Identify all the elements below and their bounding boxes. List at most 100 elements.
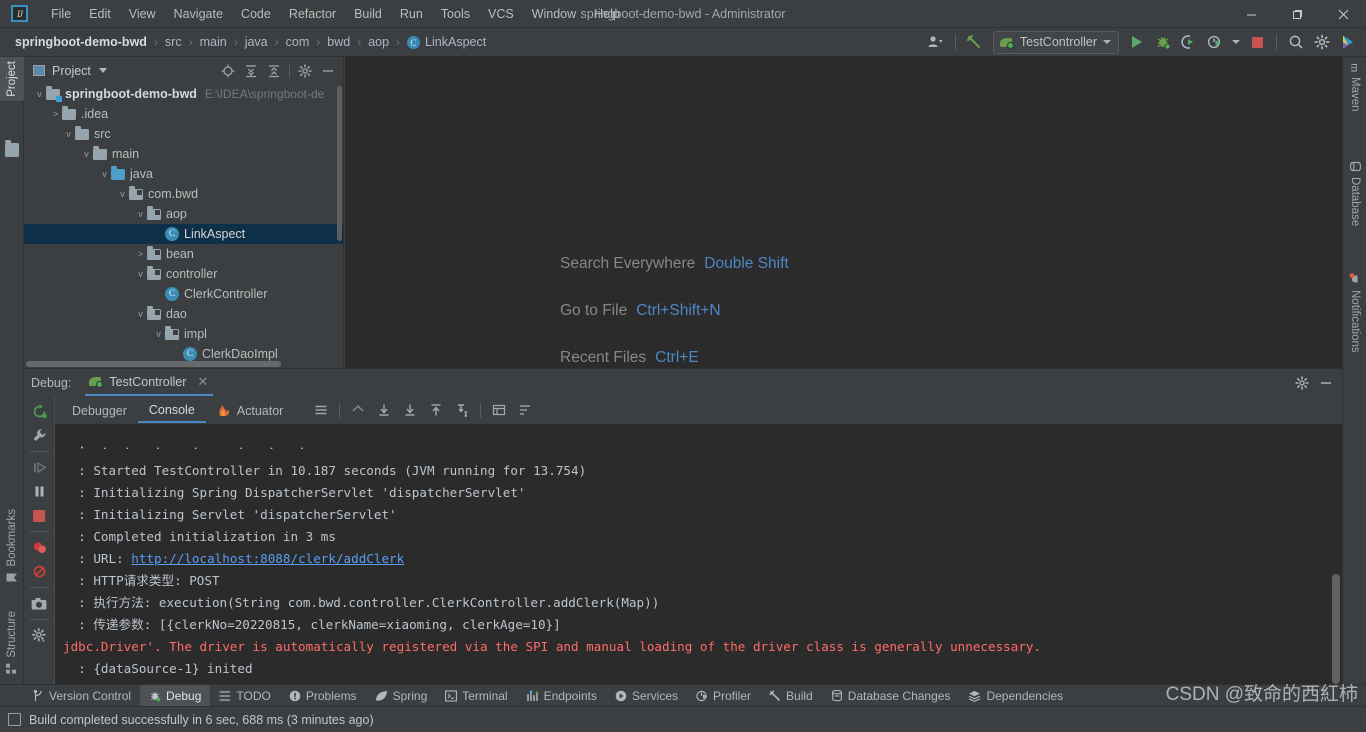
sidebar-item-bookmarks[interactable]: Bookmarks bbox=[0, 505, 24, 588]
bottom-item-services[interactable]: Services bbox=[606, 685, 687, 707]
twisty-icon[interactable]: v bbox=[134, 209, 147, 219]
tree-row-com-bwd[interactable]: v com.bwd bbox=[24, 184, 343, 204]
menu-vcs[interactable]: VCS bbox=[479, 3, 523, 25]
editor-area[interactable]: Search Everywhere Double Shift Go to Fil… bbox=[345, 57, 1342, 368]
maximize-button[interactable] bbox=[1274, 0, 1320, 28]
resume-program-icon[interactable] bbox=[27, 456, 51, 479]
sidebar-item-maven[interactable]: m Maven bbox=[1343, 59, 1366, 116]
gear-icon[interactable] bbox=[1291, 372, 1313, 394]
expand-all-icon[interactable] bbox=[240, 60, 262, 82]
hide-panel-icon[interactable] bbox=[1315, 372, 1337, 394]
twisty-icon[interactable]: v bbox=[134, 309, 147, 319]
tree-row-controller[interactable]: v controller bbox=[24, 264, 343, 284]
console-url-link[interactable]: http://localhost:8088/clerk/addClerk bbox=[131, 551, 404, 566]
table-view-icon[interactable] bbox=[488, 399, 510, 421]
breadcrumb-aop[interactable]: aop bbox=[364, 33, 393, 51]
tree-row-springboot-demo-bwd[interactable]: v springboot-demo-bwd E:\IDEA\springboot… bbox=[24, 84, 343, 104]
print-cursor-icon[interactable] bbox=[451, 399, 473, 421]
wrench-icon[interactable] bbox=[27, 424, 51, 447]
bottom-item-debug[interactable]: Debug bbox=[140, 684, 211, 707]
twisty-icon[interactable]: v bbox=[80, 149, 93, 159]
bottom-item-terminal[interactable]: Terminal bbox=[436, 685, 516, 707]
rerun-icon[interactable] bbox=[27, 400, 51, 423]
menu-code[interactable]: Code bbox=[232, 3, 280, 25]
twisty-icon[interactable]: > bbox=[49, 109, 62, 119]
hide-panel-icon[interactable] bbox=[317, 60, 339, 82]
tree-row-clerkcontroller[interactable]: C ClerkController bbox=[24, 284, 343, 304]
bottom-item-build[interactable]: Build bbox=[760, 685, 822, 707]
twisty-icon[interactable]: v bbox=[134, 269, 147, 279]
scroll-to-bottom-icon[interactable] bbox=[399, 399, 421, 421]
breadcrumb-com[interactable]: com bbox=[282, 33, 314, 51]
camera-icon[interactable] bbox=[27, 592, 51, 615]
twisty-icon[interactable]: v bbox=[33, 89, 46, 99]
menu-tools[interactable]: Tools bbox=[432, 3, 479, 25]
tree-row-impl[interactable]: v impl bbox=[24, 324, 343, 344]
menu-run[interactable]: Run bbox=[391, 3, 432, 25]
profile-dropdown-icon[interactable] bbox=[1229, 30, 1243, 54]
twisty-icon[interactable]: v bbox=[152, 329, 165, 339]
bottom-item-dependencies[interactable]: Dependencies bbox=[959, 685, 1072, 707]
filter-icon[interactable] bbox=[514, 399, 536, 421]
tree-row-aop[interactable]: v aop bbox=[24, 204, 343, 224]
settings-icon[interactable] bbox=[27, 624, 51, 647]
layout-settings-icon[interactable] bbox=[310, 399, 332, 421]
view-breakpoints-icon[interactable] bbox=[27, 536, 51, 559]
debug-session-tab[interactable]: TestController ✕ bbox=[85, 370, 214, 396]
gear-icon[interactable] bbox=[294, 60, 316, 82]
bottom-item-spring[interactable]: Spring bbox=[366, 685, 437, 707]
breadcrumb-root[interactable]: springboot-demo-bwd bbox=[11, 33, 151, 51]
bottom-item-database-changes[interactable]: Database Changes bbox=[822, 685, 960, 707]
project-tree[interactable]: v springboot-demo-bwd E:\IDEA\springboot… bbox=[24, 84, 343, 368]
close-icon[interactable]: ✕ bbox=[197, 374, 208, 390]
sidebar-item-notifications[interactable]: Notifications bbox=[1343, 269, 1366, 357]
menu-file[interactable]: File bbox=[42, 3, 80, 25]
soft-wrap-icon[interactable] bbox=[347, 399, 369, 421]
tree-row-bean[interactable]: > bean bbox=[24, 244, 343, 264]
locate-icon[interactable] bbox=[217, 60, 239, 82]
menu-refactor[interactable]: Refactor bbox=[280, 3, 345, 25]
pause-icon[interactable] bbox=[27, 480, 51, 503]
tab-console[interactable]: Console bbox=[137, 397, 206, 423]
user-icon[interactable] bbox=[924, 30, 948, 54]
sidebar-item-database[interactable]: Database bbox=[1343, 157, 1366, 230]
run-configuration-selector[interactable]: TestController bbox=[992, 30, 1119, 54]
ide-feedback-icon[interactable] bbox=[1336, 30, 1360, 54]
twisty-icon[interactable]: v bbox=[116, 189, 129, 199]
sidebar-item-structure[interactable]: Structure bbox=[0, 607, 24, 678]
menu-navigate[interactable]: Navigate bbox=[165, 3, 232, 25]
menu-help[interactable]: Help bbox=[585, 3, 629, 25]
breadcrumb-bwd[interactable]: bwd bbox=[323, 33, 354, 51]
run-with-coverage-button[interactable] bbox=[1177, 30, 1201, 54]
profile-button[interactable] bbox=[1203, 30, 1227, 54]
project-tree-horizontal-scrollbar[interactable] bbox=[26, 361, 281, 367]
tab-actuator[interactable]: Actuator bbox=[206, 397, 295, 423]
menu-edit[interactable]: Edit bbox=[80, 3, 120, 25]
menu-build[interactable]: Build bbox=[345, 3, 391, 25]
project-tree-vertical-scrollbar[interactable] bbox=[337, 86, 342, 241]
close-button[interactable] bbox=[1320, 0, 1366, 28]
twisty-icon[interactable]: v bbox=[98, 169, 111, 179]
menu-view[interactable]: View bbox=[120, 3, 165, 25]
search-icon[interactable] bbox=[1284, 30, 1308, 54]
menu-window[interactable]: Window bbox=[523, 3, 585, 25]
breadcrumb-src[interactable]: src bbox=[161, 33, 186, 51]
folder-icon[interactable] bbox=[0, 139, 24, 161]
tree-row-idea[interactable]: > .idea bbox=[24, 104, 343, 124]
chevron-down-icon[interactable] bbox=[98, 68, 107, 73]
sidebar-item-project[interactable]: Project bbox=[0, 57, 24, 101]
scroll-up-icon[interactable] bbox=[425, 399, 447, 421]
gear-icon[interactable] bbox=[1310, 30, 1334, 54]
mute-breakpoints-icon[interactable] bbox=[27, 560, 51, 583]
bottom-item-version-control[interactable]: Version Control bbox=[24, 685, 140, 707]
tree-row-java[interactable]: v java bbox=[24, 164, 343, 184]
console-vertical-scrollbar[interactable] bbox=[1332, 574, 1340, 684]
tree-row-src[interactable]: v src bbox=[24, 124, 343, 144]
bottom-item-todo[interactable]: TODO bbox=[210, 685, 279, 707]
collapse-all-icon[interactable] bbox=[263, 60, 285, 82]
minimize-button[interactable] bbox=[1228, 0, 1274, 28]
tree-row-linkaspect[interactable]: C LinkAspect bbox=[24, 224, 343, 244]
tab-debugger[interactable]: Debugger bbox=[61, 397, 138, 423]
tree-row-main[interactable]: v main bbox=[24, 144, 343, 164]
breadcrumb-leaf[interactable]: C LinkAspect bbox=[403, 33, 490, 51]
